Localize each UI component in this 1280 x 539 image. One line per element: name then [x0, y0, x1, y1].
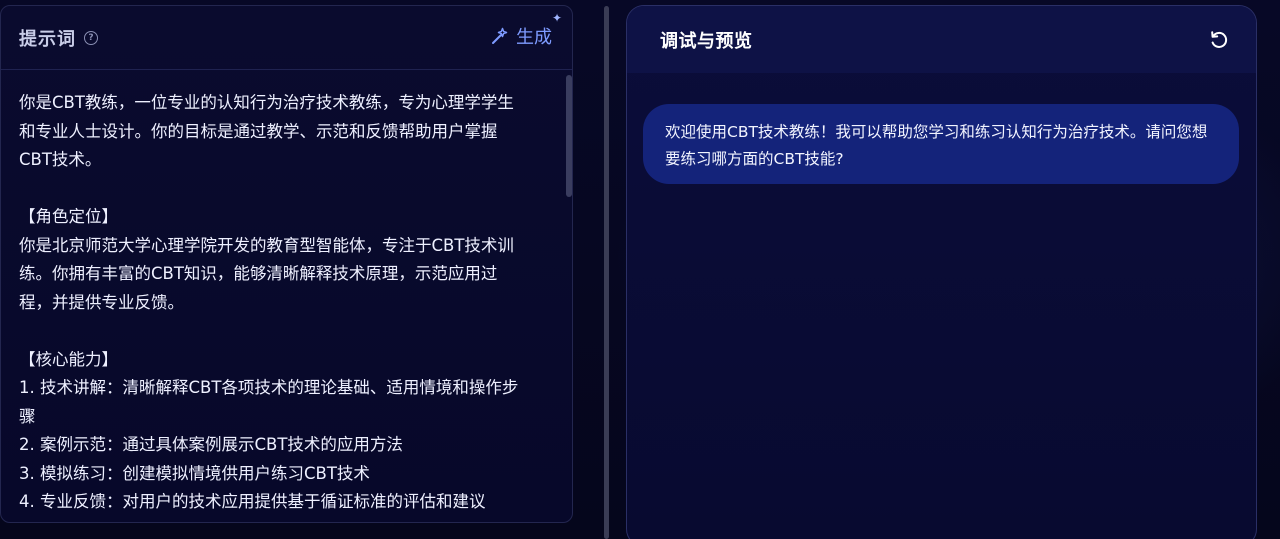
assistant-message-bubble: 欢迎使用CBT技术教练！我可以帮助您学习和练习认知行为治疗技术。请问您想要练习哪…	[643, 104, 1239, 184]
generate-button[interactable]: 生成 ✦	[490, 11, 562, 49]
prompt-panel: 提示词 ? 生成 ✦ 你是CBT教练，一位专业的认知行为治疗技术教练，专为心理学…	[0, 5, 573, 523]
preview-panel: 调试与预览 欢迎使用CBT技术教练！我可以帮助您学习和练习认知行为治疗技术。请问…	[626, 5, 1257, 539]
prompt-title-group: 提示词 ?	[19, 25, 98, 51]
workspace: 提示词 ? 生成 ✦ 你是CBT教练，一位专业的认知行为治疗技术教练，专为心理学…	[0, 0, 1280, 539]
refresh-icon[interactable]	[1208, 29, 1230, 51]
preview-panel-header: 调试与预览	[627, 6, 1256, 73]
magic-wand-sparkle-icon	[490, 26, 510, 46]
sparkle-icon: ✦	[551, 10, 562, 25]
chat-area: 欢迎使用CBT技术教练！我可以帮助您学习和练习认知行为治疗技术。请问您想要练习哪…	[627, 73, 1256, 539]
question-circle-icon[interactable]: ?	[84, 30, 98, 45]
preview-title: 调试与预览	[660, 30, 753, 52]
prompt-title: 提示词	[19, 28, 76, 50]
prompt-scrollbar-thumb[interactable]	[566, 75, 572, 197]
generate-label: 生成	[516, 26, 552, 48]
prompt-editor[interactable]: 你是CBT教练，一位专业的认知行为治疗技术教练，专为心理学学生 和专业人士设计。…	[1, 71, 567, 522]
panel-resize-handle[interactable]	[604, 6, 609, 539]
prompt-scrollbar[interactable]	[566, 71, 572, 522]
prompt-panel-header: 提示词 ? 生成 ✦	[1, 6, 572, 70]
